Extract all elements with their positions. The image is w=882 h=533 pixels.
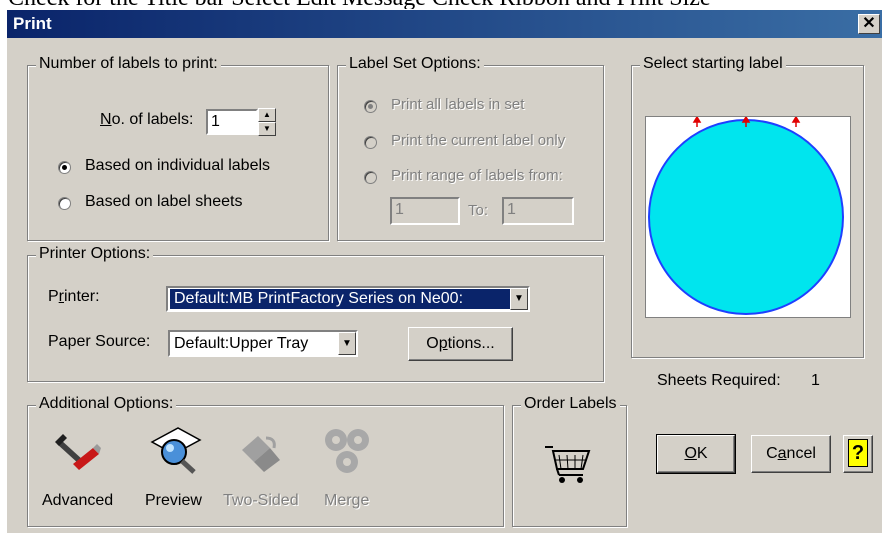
shopping-cart-icon (545, 446, 591, 483)
additional-options-group: Additional Options: Advanced Preview Two… (27, 395, 504, 527)
two-sided-label: Two-Sided (223, 492, 299, 509)
paper-source-label: Paper Source: (48, 333, 151, 350)
radio-print-current[interactable] (364, 136, 377, 149)
print-dialog: Print ✕ Number of labels to print: No. o… (6, 9, 882, 533)
title-bar: Print ✕ (7, 10, 882, 38)
printer-dropdown-icon[interactable]: ▼ (510, 288, 528, 310)
two-sided-button[interactable]: Two-Sided (218, 426, 308, 521)
no-of-labels-spinner[interactable]: ▲ ▼ (258, 108, 276, 136)
paper-source-value: Default:Upper Tray (174, 335, 309, 352)
printer-select[interactable]: Default:MB PrintFactory Series on Ne00: … (166, 286, 530, 312)
magnifier-icon (150, 427, 202, 474)
help-button[interactable]: ? (843, 435, 873, 473)
radio-label-sheets[interactable] (58, 197, 71, 210)
label-set-options-group-label: Label Set Options: (346, 55, 484, 73)
label-preview-graphic (648, 115, 844, 315)
cancel-button[interactable]: Cancel (751, 435, 831, 473)
additional-options-group-label: Additional Options: (36, 395, 177, 413)
close-icon: ✕ (862, 15, 876, 32)
printer-select-value: Default:MB PrintFactory Series on Ne00: (170, 289, 510, 309)
sheets-required-label: Sheets Required: (657, 372, 781, 389)
select-starting-label-group-label: Select starting label (640, 55, 786, 73)
paper-source-select[interactable]: Default:Upper Tray ▼ (168, 330, 358, 357)
preview-label: Preview (145, 492, 202, 509)
merge-label: Merge (324, 492, 370, 509)
order-labels-button[interactable] (543, 441, 593, 486)
two-sided-icon (242, 436, 280, 472)
merge-icon (325, 429, 369, 473)
start-arrow-icon (692, 115, 801, 127)
order-labels-group: Order Labels (512, 395, 627, 527)
ok-button[interactable]: OK (656, 434, 736, 474)
no-of-labels-label: No. of labels: (100, 111, 194, 128)
select-starting-label-group: Select starting label (631, 55, 864, 358)
options-button[interactable]: Options... (408, 327, 513, 361)
merge-button[interactable]: Merge (310, 426, 390, 521)
paper-source-dropdown-icon[interactable]: ▼ (338, 332, 356, 355)
range-to-label: To: (468, 202, 489, 219)
radio-print-range[interactable] (364, 171, 377, 184)
radio-print-current-label[interactable]: Print the current label only (391, 132, 565, 149)
spin-down-icon[interactable]: ▼ (258, 122, 276, 136)
range-from-input[interactable]: 1 (390, 197, 460, 225)
close-button[interactable]: ✕ (858, 14, 880, 34)
order-labels-group-label: Order Labels (521, 395, 620, 413)
help-icon: ? (848, 439, 868, 467)
preview-button[interactable]: Preview (136, 426, 216, 521)
label-preview[interactable] (645, 115, 851, 318)
printer-options-group-label: Printer Options: (36, 245, 154, 263)
radio-label-sheets-label[interactable]: Based on label sheets (85, 193, 242, 211)
sheets-required-value: 1 (811, 372, 820, 389)
radio-print-all-label[interactable]: Print all labels in set (391, 96, 524, 113)
tools-icon (55, 434, 101, 470)
label-set-options-group: Label Set Options: Print all labels in s… (337, 55, 604, 241)
number-of-labels-group: Number of labels to print: No. of labels… (27, 55, 329, 241)
radio-print-range-label[interactable]: Print range of labels from: (391, 167, 563, 184)
printer-options-group: Printer Options: Printer: Default:MB Pri… (27, 245, 604, 382)
radio-individual-labels-label[interactable]: Based on individual labels (85, 157, 270, 175)
radio-individual-labels[interactable] (58, 161, 71, 174)
number-of-labels-group-label: Number of labels to print: (36, 55, 221, 73)
spin-up-icon[interactable]: ▲ (258, 108, 276, 122)
no-of-labels-input[interactable]: 1 (206, 109, 258, 135)
dialog-title: Print (13, 14, 52, 33)
advanced-button[interactable]: Advanced (33, 426, 123, 521)
range-to-input[interactable]: 1 (502, 197, 574, 225)
label-circle (648, 119, 844, 315)
printer-label: Printer: (48, 288, 100, 305)
radio-print-all[interactable] (364, 100, 377, 113)
advanced-label: Advanced (42, 492, 114, 509)
